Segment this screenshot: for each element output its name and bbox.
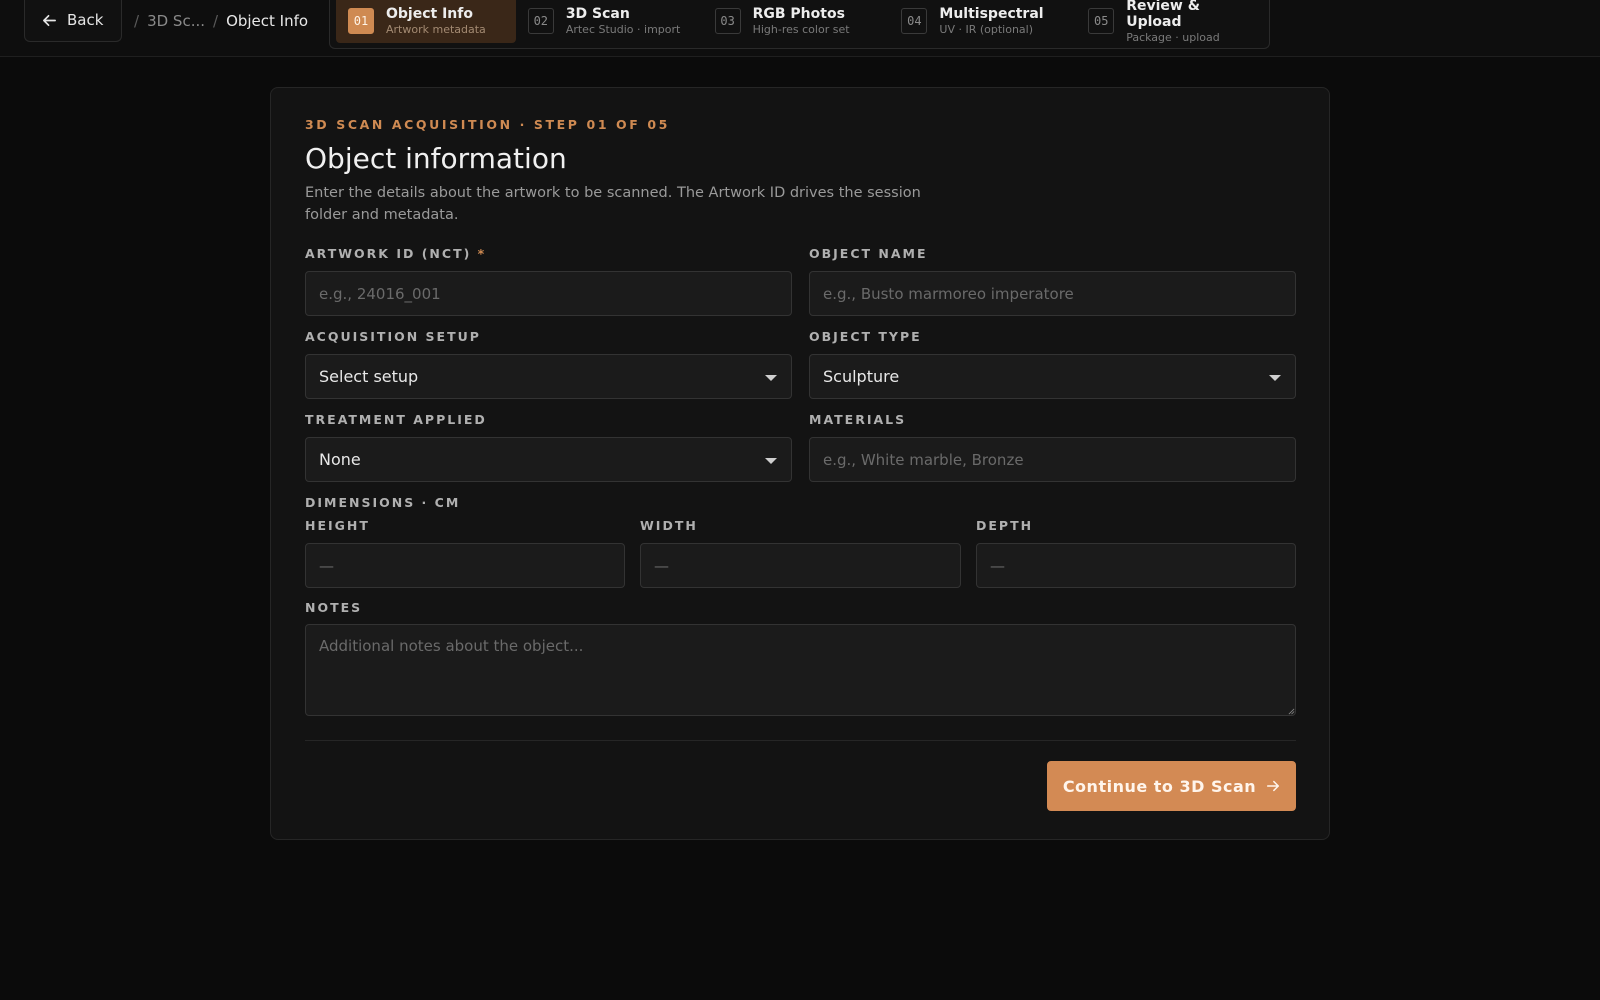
height-label: HEIGHT (305, 518, 370, 533)
breadcrumb-current: Object Info (226, 12, 309, 30)
step-number: 01 (348, 8, 374, 34)
step-title: Review & Upload (1126, 0, 1200, 31)
step-subtitle: Artec Studio · import (565, 22, 681, 36)
step-object-info[interactable]: 01 Object Info Artwork metadata (336, 0, 516, 43)
step-multispectral[interactable]: 04 Multispectral UV · IR (optional) (889, 0, 1076, 43)
treatment-label: TREATMENT APPLIED (305, 412, 487, 427)
depth-label: DEPTH (976, 518, 1034, 533)
step-review-upload[interactable]: 05 Review & Upload Package · upload (1076, 0, 1263, 45)
notes-textarea[interactable] (305, 624, 1296, 716)
top-bar: Back / 3D Sc... / Object Info 01 Object … (0, 0, 1600, 57)
breadcrumb-parent[interactable]: 3D Sc... (147, 12, 205, 30)
materials-label: MATERIALS (809, 412, 907, 427)
notes-label: NOTES (305, 600, 363, 615)
step-subtitle: UV · IR (optional) (939, 22, 1034, 36)
materials-input[interactable] (809, 437, 1296, 482)
step-subtitle: Artwork metadata (386, 22, 486, 36)
divider (305, 740, 1296, 741)
caret-down-icon (765, 458, 777, 464)
width-input[interactable] (640, 543, 961, 588)
arrow-right-icon (1267, 780, 1280, 792)
object-type-value: Sculpture (823, 367, 900, 386)
step-number: 02 (527, 8, 554, 34)
page-title: Object information (305, 142, 567, 175)
caret-down-icon (1269, 375, 1281, 381)
step-title: Multispectral (939, 6, 1044, 22)
step-3d-scan[interactable]: 02 3D Scan Artec Studio · import (516, 0, 703, 43)
continue-button[interactable]: Continue to 3D Scan (1047, 761, 1296, 811)
step-number: 03 (714, 8, 741, 34)
depth-input[interactable] (976, 543, 1296, 588)
step-progress: 01 Object Info Artwork metadata 02 3D Sc… (329, 0, 1270, 49)
step-title: RGB Photos (752, 6, 845, 22)
height-input[interactable] (305, 543, 625, 588)
resize-grip-icon[interactable] (1288, 708, 1295, 715)
step-number: 05 (1088, 8, 1115, 34)
arrow-left-icon (43, 14, 56, 26)
acquisition-setup-value: Select setup (319, 367, 419, 386)
step-title: Object Info (386, 6, 473, 22)
step-number: 04 (901, 8, 928, 34)
object-name-input[interactable] (809, 271, 1296, 316)
step-eyebrow: 3D SCAN ACQUISITION · STEP 01 OF 05 (305, 117, 670, 132)
breadcrumb-separator: / (213, 12, 219, 30)
page-description: Enter the details about the artwork to b… (305, 185, 921, 223)
width-label: WIDTH (640, 518, 698, 533)
treatment-value: None (319, 450, 361, 469)
back-button[interactable]: Back (24, 0, 122, 42)
object-type-label: OBJECT TYPE (809, 329, 922, 344)
step-rgb-photos[interactable]: 03 RGB Photos High-res color set (703, 0, 890, 43)
object-name-label: OBJECT NAME (809, 246, 928, 261)
back-label: Back (67, 11, 104, 29)
acquisition-setup-label: ACQUISITION SETUP (305, 329, 481, 344)
acquisition-setup-select[interactable]: Select setup (305, 354, 792, 399)
breadcrumb: / 3D Sc... / Object Info (134, 10, 308, 32)
step-subtitle: Package · upload (1126, 31, 1220, 45)
breadcrumb-separator: / (134, 12, 140, 30)
artwork-id-label-text: ARTWORK ID (NCT) (305, 246, 472, 261)
step-subtitle: High-res color set (752, 22, 850, 36)
artwork-id-input[interactable] (305, 271, 792, 316)
caret-down-icon (765, 375, 777, 381)
object-info-card: 3D SCAN ACQUISITION · STEP 01 OF 05 Obje… (270, 87, 1330, 840)
object-type-select[interactable]: Sculpture (809, 354, 1296, 399)
step-title: 3D Scan (565, 6, 630, 22)
treatment-select[interactable]: None (305, 437, 792, 482)
required-mark: * (477, 246, 487, 261)
continue-button-label: Continue to 3D Scan (1062, 776, 1257, 796)
dimensions-label: DIMENSIONS · CM (305, 495, 461, 510)
artwork-id-label: ARTWORK ID (NCT) * (305, 246, 486, 261)
